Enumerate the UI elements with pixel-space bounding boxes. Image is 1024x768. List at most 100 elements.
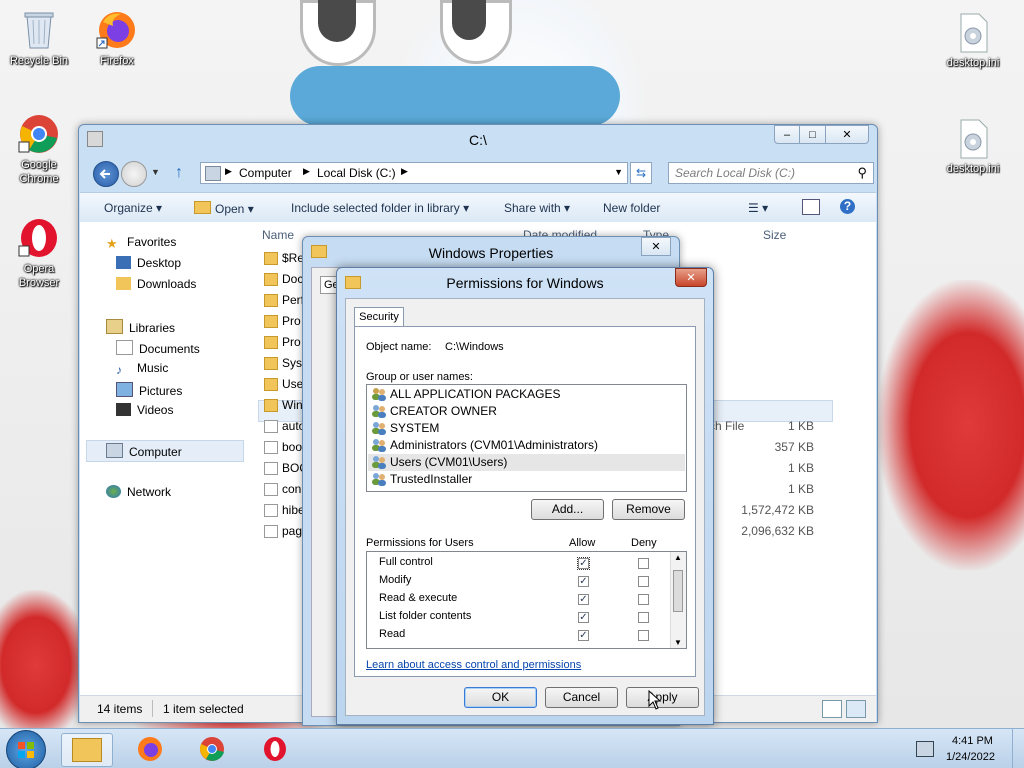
ok-button[interactable]: OK — [464, 687, 537, 708]
user-list-item[interactable]: Users (CVM01\Users) — [371, 454, 507, 471]
large-icons-view-icon[interactable] — [846, 700, 866, 718]
search-input[interactable]: Search Local Disk (C:) ⚲ — [668, 162, 874, 184]
close-button[interactable]: ✕ — [825, 125, 869, 144]
permissions-body: Security Object name: C:\Windows Group o… — [345, 298, 705, 716]
organize-button[interactable]: Organize ▾ — [104, 201, 162, 215]
remove-button[interactable]: Remove — [612, 499, 685, 520]
add-button[interactable]: Add... — [531, 499, 604, 520]
user-name: CREATOR OWNER — [390, 404, 497, 418]
nav-documents[interactable]: Documents — [116, 340, 200, 356]
forward-button[interactable] — [121, 161, 147, 187]
change-view-icon[interactable]: ☰ ▾ — [748, 201, 768, 215]
share-with-button[interactable]: Share with ▾ — [504, 201, 570, 215]
permission-name: List folder contents — [379, 610, 472, 622]
deny-checkbox[interactable] — [638, 594, 649, 605]
deny-checkbox[interactable] — [638, 630, 649, 641]
user-list-item[interactable]: CREATOR OWNER — [371, 403, 497, 420]
minimize-button[interactable]: – — [774, 125, 800, 144]
permissions-close-button[interactable]: ✕ — [675, 268, 707, 287]
include-in-library-button[interactable]: Include selected folder in library ▾ — [291, 201, 469, 215]
allow-checkbox[interactable]: ✓ — [578, 612, 589, 623]
permission-row: Read — [379, 628, 405, 640]
network-tray-icon[interactable] — [916, 741, 934, 757]
breadcrumb-local-disk[interactable]: Local Disk (C:) — [317, 166, 396, 180]
folder-icon — [264, 336, 278, 349]
clock-date[interactable]: 1/24/2022 — [946, 751, 995, 763]
permission-row: List folder contents — [379, 610, 471, 622]
cancel-button[interactable]: Cancel — [545, 687, 618, 708]
user-list-item[interactable]: ALL APPLICATION PACKAGES — [371, 386, 561, 403]
user-name: Administrators (CVM01\Administrators) — [390, 438, 599, 452]
apply-button[interactable]: Apply — [626, 687, 699, 708]
allow-checkbox[interactable]: ✓ — [578, 576, 589, 587]
scroll-up-icon[interactable]: ▲ — [674, 553, 682, 562]
taskbar-chrome[interactable] — [187, 733, 237, 765]
nav-network[interactable]: Network — [106, 485, 171, 499]
breadcrumb-computer[interactable]: Computer — [239, 166, 292, 180]
breadcrumb-separator-icon[interactable]: ▶ — [225, 166, 232, 177]
scroll-thumb[interactable] — [673, 570, 683, 612]
back-button[interactable] — [93, 161, 119, 187]
desktop-icon-opera[interactable]: Opera Browser — [4, 216, 74, 290]
permission-name: Read & execute — [379, 592, 458, 604]
scroll-down-icon[interactable]: ▼ — [674, 638, 682, 647]
nav-desktop[interactable]: Desktop — [116, 256, 181, 270]
user-list-item[interactable]: Administrators (CVM01\Administrators) — [371, 437, 598, 454]
details-view-icon[interactable] — [822, 700, 842, 718]
column-size[interactable]: Size — [763, 228, 786, 242]
nav-videos[interactable]: Videos — [116, 403, 173, 417]
allow-checkbox[interactable]: ✓ — [578, 630, 589, 641]
tab-security[interactable]: Security — [354, 307, 404, 327]
desktop-icon-desktop-ini-2[interactable]: desktop.ini — [938, 116, 1008, 176]
preview-pane-icon[interactable] — [802, 199, 820, 215]
breadcrumb-separator-icon[interactable]: ▶ — [303, 166, 310, 177]
user-list-item[interactable]: SYSTEM — [371, 420, 439, 437]
deny-checkbox[interactable] — [638, 612, 649, 623]
nav-libraries[interactable]: Libraries — [106, 319, 175, 335]
column-name[interactable]: Name — [262, 228, 294, 242]
address-dropdown-icon[interactable]: ▼ — [614, 167, 623, 177]
up-arrow-icon[interactable]: ↑ — [175, 164, 183, 182]
search-icon[interactable]: ⚲ — [857, 165, 867, 181]
allow-checkbox[interactable]: ✓ — [577, 557, 590, 570]
permissions-list[interactable]: ▲ ▼ Full control ✓ Modify ✓ Read & execute ✓ L… — [366, 551, 687, 649]
desktop-icon-desktop-ini-1[interactable]: desktop.ini — [938, 10, 1008, 70]
open-button[interactable]: Open ▾ — [194, 201, 254, 216]
new-folder-button[interactable]: New folder — [603, 201, 660, 215]
file-name: Use — [282, 377, 304, 391]
explorer-titlebar[interactable]: C:\ – □ ✕ — [79, 125, 877, 155]
wallpaper-red-fluff-right — [878, 280, 1024, 570]
learn-access-control-link[interactable]: Learn about access control and permissio… — [366, 659, 581, 671]
properties-close-button[interactable]: ✕ — [641, 237, 671, 256]
breadcrumb-separator-icon[interactable]: ▶ — [401, 166, 408, 177]
desktop-icon-recycle-bin[interactable]: Recycle Bin — [4, 8, 74, 68]
desktop-icon-chrome[interactable]: Google Chrome — [4, 112, 74, 186]
deny-checkbox[interactable] — [638, 576, 649, 587]
nav-favorites[interactable]: ★ Favorites — [106, 235, 176, 251]
security-panel: Object name: C:\Windows Group or user na… — [354, 326, 696, 677]
permissions-scrollbar[interactable]: ▲ ▼ — [670, 552, 686, 648]
allow-checkbox[interactable]: ✓ — [578, 594, 589, 605]
properties-title: Windows Properties — [428, 245, 554, 261]
start-button[interactable] — [6, 730, 46, 768]
permissions-title: Permissions for Windows — [446, 275, 604, 291]
user-list[interactable]: ALL APPLICATION PACKAGES CREATOR OWNER SYS… — [366, 384, 687, 492]
show-desktop-button[interactable] — [1012, 729, 1024, 768]
taskbar-opera[interactable] — [250, 733, 300, 765]
nav-music[interactable]: ♪ Music — [116, 361, 168, 377]
taskbar-firefox[interactable] — [125, 733, 175, 765]
taskbar-explorer[interactable] — [61, 733, 113, 767]
help-icon[interactable]: ? — [840, 199, 855, 214]
deny-checkbox[interactable] — [638, 558, 649, 569]
clock-time[interactable]: 4:41 PM — [952, 735, 993, 747]
refresh-button[interactable]: ⇆ — [630, 162, 652, 184]
nav-computer[interactable]: Computer — [106, 443, 182, 459]
desktop-icon-firefox[interactable]: Firefox — [82, 8, 152, 68]
maximize-button[interactable]: □ — [799, 125, 826, 144]
nav-downloads[interactable]: Downloads — [116, 277, 196, 291]
recent-pages-chevron-icon[interactable]: ▼ — [151, 167, 160, 177]
address-bar[interactable]: ▶ Computer ▶ Local Disk (C:) ▶ ▼ — [200, 162, 628, 184]
user-list-item[interactable]: TrustedInstaller — [371, 471, 472, 488]
nav-pictures[interactable]: Pictures — [116, 382, 182, 398]
libraries-icon — [106, 319, 123, 334]
